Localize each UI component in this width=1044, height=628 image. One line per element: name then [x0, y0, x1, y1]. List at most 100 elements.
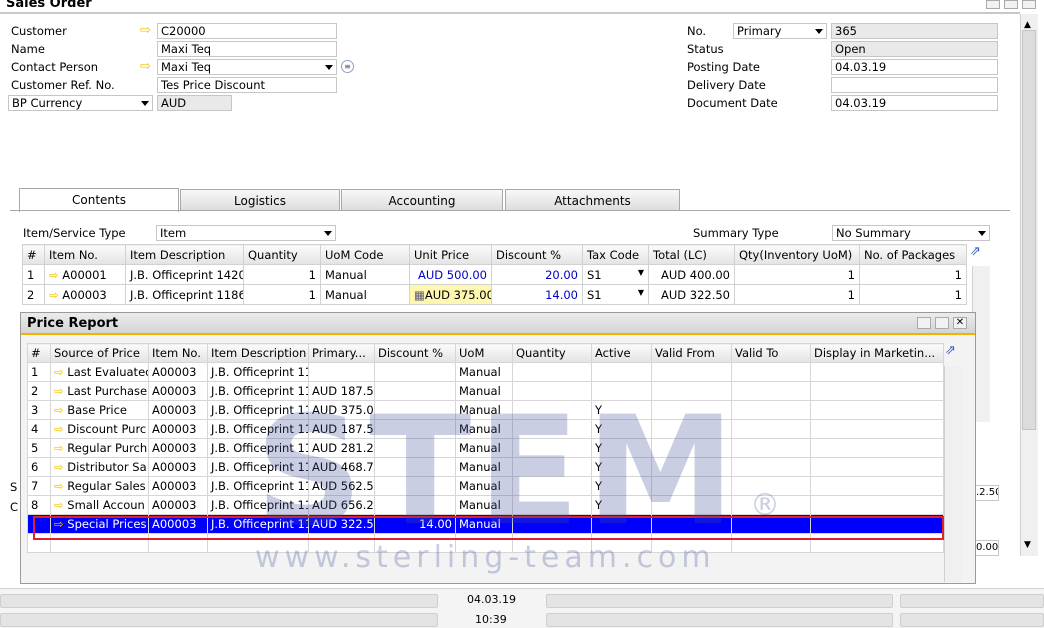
item-no-cell[interactable]: A00003: [148, 362, 208, 382]
expand-icon[interactable]: ⇗: [945, 343, 956, 358]
qty-inventory-cell[interactable]: 1: [734, 264, 860, 285]
total-cell[interactable]: AUD 400.00: [648, 264, 735, 285]
tab-accounting[interactable]: Accounting: [341, 189, 503, 211]
scroll-thumb[interactable]: [1022, 30, 1036, 430]
contact-person-dropdown[interactable]: Maxi Teq: [157, 59, 337, 75]
valid-to-cell[interactable]: [731, 362, 811, 382]
uom-cell[interactable]: Manual: [320, 264, 410, 285]
list-icon[interactable]: ≡: [341, 60, 354, 73]
col-header[interactable]: Source of Price: [50, 343, 149, 363]
customer-field[interactable]: C20000: [157, 23, 337, 39]
scroll-up-icon[interactable]: ▲: [1024, 20, 1031, 30]
item-no-cell[interactable]: A00003: [148, 495, 208, 515]
col-header[interactable]: Total (LC): [648, 244, 735, 265]
source-of-price-cell[interactable]: ⇨ Regular Sales: [50, 476, 149, 496]
col-header[interactable]: Tax Code: [582, 244, 649, 265]
primary-price-cell[interactable]: [308, 362, 375, 382]
dropdown-arrow-icon[interactable]: ▼: [638, 288, 644, 297]
col-header[interactable]: Quantity: [512, 343, 592, 363]
source-of-price-cell[interactable]: ⇨ Last Purchase: [50, 381, 149, 401]
dropdown-arrow-icon[interactable]: ▼: [638, 268, 644, 277]
uom-cell[interactable]: Manual: [320, 284, 410, 305]
close-button[interactable]: [1022, 0, 1036, 9]
col-header[interactable]: Primary...: [308, 343, 375, 363]
col-header[interactable]: Item Description: [207, 343, 309, 363]
item-no-cell[interactable]: A00003: [148, 400, 208, 420]
link-arrow-icon[interactable]: ⇨: [54, 422, 67, 436]
bp-currency-select[interactable]: BP Currency: [8, 95, 153, 111]
summary-type-dropdown[interactable]: No Summary: [832, 225, 990, 241]
expand-icon[interactable]: ⇗: [970, 244, 981, 259]
popup-close-button[interactable]: ✕: [953, 317, 967, 329]
display-marketing-cell[interactable]: [810, 476, 944, 496]
item-no-cell[interactable]: A00003: [148, 438, 208, 458]
valid-to-cell[interactable]: [731, 457, 811, 477]
active-cell[interactable]: [591, 362, 652, 382]
item-no-cell[interactable]: ⇨ A00003: [44, 284, 126, 305]
col-header[interactable]: #: [27, 343, 51, 363]
minimize-button[interactable]: [986, 0, 1000, 9]
item-description-cell[interactable]: J.B. Officeprint 1420: [125, 264, 244, 285]
link-arrow-icon[interactable]: ⇨: [54, 498, 67, 512]
packages-cell[interactable]: 1: [859, 264, 967, 285]
table-row[interactable]: 1 ⇨ A00001 J.B. Officeprint 1420 1 Manua…: [22, 264, 967, 285]
link-arrow-icon[interactable]: ⇨: [140, 24, 154, 37]
col-header[interactable]: Display in Marketin...: [810, 343, 944, 363]
display-marketing-cell[interactable]: [810, 381, 944, 401]
display-marketing-cell[interactable]: [810, 438, 944, 458]
col-header[interactable]: UoM: [455, 343, 513, 363]
col-header[interactable]: Item No.: [44, 244, 126, 265]
discount-cell[interactable]: 20.00: [491, 264, 583, 285]
col-header[interactable]: Valid To: [731, 343, 811, 363]
scroll-down-icon[interactable]: ▼: [1024, 540, 1031, 550]
document-date-field[interactable]: 04.03.19: [831, 95, 998, 111]
col-header[interactable]: #: [22, 244, 45, 265]
discount-cell[interactable]: 14.00: [491, 284, 583, 305]
item-type-dropdown[interactable]: Item: [156, 225, 336, 241]
tab-contents[interactable]: Contents: [19, 188, 179, 212]
popup-maximize-button[interactable]: [935, 317, 949, 329]
qty-inventory-cell[interactable]: 1: [734, 284, 860, 305]
link-arrow-icon[interactable]: ⇨: [49, 268, 59, 282]
valid-to-cell[interactable]: [731, 438, 811, 458]
customer-ref-field[interactable]: Tes Price Discount: [157, 77, 337, 93]
link-arrow-icon[interactable]: ⇨: [54, 479, 67, 493]
col-header[interactable]: Discount %: [374, 343, 456, 363]
col-header[interactable]: Quantity: [243, 244, 321, 265]
col-header[interactable]: No. of Packages: [859, 244, 967, 265]
source-of-price-cell[interactable]: ⇨ Distributor Sa: [50, 457, 149, 477]
link-arrow-icon[interactable]: ⇨: [140, 60, 154, 73]
col-header[interactable]: UoM Code: [320, 244, 410, 265]
link-arrow-icon[interactable]: ⇨: [49, 288, 59, 302]
col-header[interactable]: Unit Price: [409, 244, 492, 265]
col-header[interactable]: Qty(Inventory UoM): [734, 244, 860, 265]
tax-code-cell[interactable]: S1 ▼: [582, 284, 649, 305]
source-of-price-cell[interactable]: ⇨ Last Evaluatec: [50, 362, 149, 382]
col-header[interactable]: Item No.: [148, 343, 208, 363]
discount-cell[interactable]: [374, 362, 456, 382]
display-marketing-cell[interactable]: [810, 457, 944, 477]
name-field[interactable]: Maxi Teq: [157, 41, 337, 57]
unit-price-cell[interactable]: AUD 500.00: [409, 264, 492, 285]
tax-code-cell[interactable]: S1 ▼: [582, 264, 649, 285]
tab-logistics[interactable]: Logistics: [180, 189, 340, 211]
link-arrow-icon[interactable]: ⇨: [54, 365, 67, 379]
valid-from-cell[interactable]: [651, 362, 732, 382]
col-header[interactable]: Discount %: [491, 244, 583, 265]
total-cell[interactable]: AUD 322.50: [648, 284, 735, 305]
maximize-button[interactable]: [1004, 0, 1018, 9]
series-dropdown[interactable]: Primary: [733, 23, 827, 39]
valid-to-cell[interactable]: [731, 381, 811, 401]
posting-date-field[interactable]: 04.03.19: [831, 59, 998, 75]
item-no-cell[interactable]: ⇨ A00001: [44, 264, 126, 285]
quantity-cell[interactable]: 1: [243, 284, 321, 305]
item-description-cell[interactable]: J.B. Officeprint 1186: [125, 284, 244, 305]
item-no-cell[interactable]: A00003: [148, 419, 208, 439]
source-of-price-cell[interactable]: ⇨ Discount Purc: [50, 419, 149, 439]
quantity-cell[interactable]: [512, 362, 592, 382]
popup-minimize-button[interactable]: [917, 317, 931, 329]
link-arrow-icon[interactable]: ⇨: [54, 403, 67, 417]
col-header[interactable]: Item Description: [125, 244, 244, 265]
valid-to-cell[interactable]: [731, 400, 811, 420]
uom-cell[interactable]: Manual: [455, 362, 513, 382]
